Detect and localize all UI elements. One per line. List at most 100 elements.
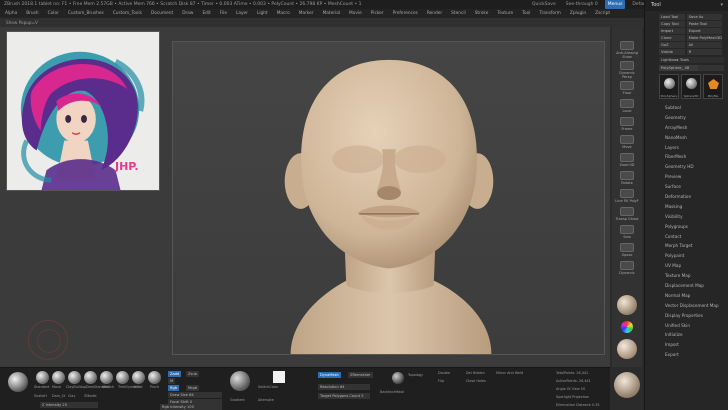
- menu-polygroups[interactable]: Polygroups: [665, 222, 728, 232]
- import-button[interactable]: Import: [659, 28, 685, 34]
- menu-masking[interactable]: Masking: [665, 202, 728, 212]
- zremesher-button[interactable]: ZRemesher: [348, 372, 373, 378]
- menu-unified-skin[interactable]: Unified Skin: [665, 321, 728, 331]
- alpha-brush-icon[interactable]: [230, 371, 250, 391]
- zoom3d-button[interactable]: Zoom3D: [614, 153, 640, 167]
- target-polygons-slider[interactable]: Target Polygons Count 5: [318, 393, 370, 399]
- menu-subtool[interactable]: Subtool: [665, 103, 728, 113]
- main-color-swatch[interactable]: [273, 371, 285, 383]
- sculpt-canvas[interactable]: [172, 41, 605, 355]
- menu-render[interactable]: Render: [427, 11, 442, 16]
- topology-label[interactable]: Topology: [408, 373, 423, 377]
- menu-nanomesh[interactable]: NanoMesh: [665, 133, 728, 143]
- menu-zscript[interactable]: Zscript: [595, 11, 610, 16]
- polysphere-slider[interactable]: PolySphere_ 48: [659, 65, 724, 71]
- menu-custom-tools[interactable]: Custom_Tools: [113, 11, 142, 16]
- menu-initialize[interactable]: Initialize: [665, 330, 728, 340]
- menu-import[interactable]: Import: [665, 340, 728, 350]
- resolution-slider[interactable]: Resolution 64: [318, 384, 370, 390]
- menu-uv-map[interactable]: UV Map: [665, 261, 728, 271]
- zadd-button[interactable]: Zadd: [168, 371, 182, 377]
- zsub-button[interactable]: Zsub: [186, 371, 199, 377]
- visible-button[interactable]: Visible: [659, 49, 685, 55]
- menu-display-properties[interactable]: Display Properties: [665, 311, 728, 321]
- topology-icon[interactable]: [392, 372, 404, 384]
- clone-button[interactable]: Clone: [659, 35, 685, 41]
- reference-image-popup[interactable]: JHP.: [6, 31, 160, 191]
- switch-color-label[interactable]: SwitchColor: [258, 385, 278, 389]
- menu-stroke[interactable]: Stroke: [475, 11, 489, 16]
- menu-macro[interactable]: Macro: [277, 11, 290, 16]
- menu-geometry-hd[interactable]: Geometry HD: [665, 162, 728, 172]
- mrgb-button[interactable]: Mrgb: [186, 385, 200, 391]
- rgb-button[interactable]: Rgb: [168, 385, 180, 391]
- menu-normal-map[interactable]: Normal Map: [665, 291, 728, 301]
- tool-thumb-polymesh[interactable]: PolyMe: [703, 74, 723, 99]
- menu-layer[interactable]: Layer: [236, 11, 248, 16]
- backface-mask-label[interactable]: BackfaceMask: [380, 390, 404, 394]
- current-brush-icon[interactable]: [8, 372, 28, 392]
- lightbox-tools-button[interactable]: Lightbox▸ Tools: [659, 57, 724, 63]
- menu-layers[interactable]: Layers: [665, 143, 728, 153]
- rotate-button[interactable]: Rotate: [614, 171, 640, 185]
- frame-button[interactable]: Frame: [614, 117, 640, 131]
- menu-preferences[interactable]: Preferences: [393, 11, 418, 16]
- rgb-intensity-slider[interactable]: Rgb Intensity 100: [160, 404, 222, 410]
- menu-geometry[interactable]: Geometry: [665, 113, 728, 123]
- brush-standard[interactable]: [36, 371, 49, 384]
- anti-aliasing-button[interactable]: Anti-Aliasing Show: [614, 41, 640, 59]
- menu-edit[interactable]: Edit: [202, 11, 210, 16]
- menu-morph-target[interactable]: Morph Target: [665, 241, 728, 251]
- material-sphere-3[interactable]: [614, 339, 640, 359]
- menu-displacement-map[interactable]: Displacement Map: [665, 281, 728, 291]
- persp-button[interactable]: Dynamic Persp: [614, 61, 640, 79]
- brush-claybuildup[interactable]: [68, 371, 81, 384]
- menu-zplugin[interactable]: Zplugin: [570, 11, 586, 16]
- menu-texture[interactable]: Texture: [497, 11, 513, 16]
- menu-arraymesh[interactable]: ArrayMesh: [665, 123, 728, 133]
- del-hidden-label[interactable]: Del Hidden: [466, 371, 485, 375]
- double-label[interactable]: Double: [438, 371, 450, 375]
- menu-transform[interactable]: Transform: [540, 11, 561, 16]
- menu-stencil[interactable]: Stencil: [451, 11, 466, 16]
- load-tool-button[interactable]: Load Tool: [659, 14, 685, 20]
- menu-preview[interactable]: Preview: [665, 172, 728, 182]
- material-sphere-2[interactable]: [614, 321, 640, 333]
- draw-size-slider[interactable]: Draw Size 64: [168, 392, 222, 398]
- menu-export[interactable]: Export: [665, 350, 728, 360]
- menu-document[interactable]: Document: [151, 11, 173, 16]
- dynamesh-button[interactable]: DynaMesh: [318, 372, 341, 378]
- menu-movie[interactable]: Movie: [349, 11, 362, 16]
- menu-texture-map[interactable]: Texture Map: [665, 271, 728, 281]
- brush-trimdynamic[interactable]: [116, 371, 129, 384]
- floor-button[interactable]: Floor: [614, 81, 640, 95]
- spotlight-projection-label[interactable]: Spotlight Projection: [556, 395, 589, 399]
- menu-fibermesh[interactable]: FiberMesh: [665, 152, 728, 162]
- save-as-button[interactable]: Save As: [686, 14, 722, 20]
- goz-button[interactable]: GoZ: [659, 42, 685, 48]
- move-button[interactable]: Move: [614, 135, 640, 149]
- material-sphere-1[interactable]: [614, 295, 640, 315]
- r-button[interactable]: R: [686, 49, 722, 55]
- brush-damstandard[interactable]: [84, 371, 97, 384]
- make-polymesh-button[interactable]: Make PolyMesh3D: [686, 35, 722, 41]
- menus-button[interactable]: Menus: [604, 0, 626, 9]
- brush-pinch[interactable]: [148, 371, 161, 384]
- menu-visibility[interactable]: Visibility: [665, 212, 728, 222]
- tool-thumb-sphere3d[interactable]: Sphere3D: [681, 74, 701, 99]
- menu-brush[interactable]: Brush: [26, 11, 38, 16]
- alternate-label[interactable]: Alternate: [258, 398, 274, 402]
- local-button[interactable]: Local: [614, 99, 640, 113]
- menu-contact[interactable]: Contact: [665, 232, 728, 242]
- tool-thumb-polysphere[interactable]: PolySphere: [659, 74, 679, 99]
- solo-button[interactable]: Solo: [614, 225, 640, 239]
- dynamic-button[interactable]: Dynamic: [614, 261, 640, 275]
- menu-custom-brushes[interactable]: Custom_Brushes: [68, 11, 104, 16]
- brush-hpolish[interactable]: [100, 371, 113, 384]
- z-intensity-slider[interactable]: Z Intensity 25: [40, 402, 98, 408]
- menu-tool[interactable]: Tool: [522, 11, 530, 16]
- menu-surface[interactable]: Surface: [665, 182, 728, 192]
- chevron-icon[interactable]: ▾: [720, 0, 723, 11]
- menu-picker[interactable]: Picker: [371, 11, 384, 16]
- menu-file[interactable]: File: [220, 11, 227, 16]
